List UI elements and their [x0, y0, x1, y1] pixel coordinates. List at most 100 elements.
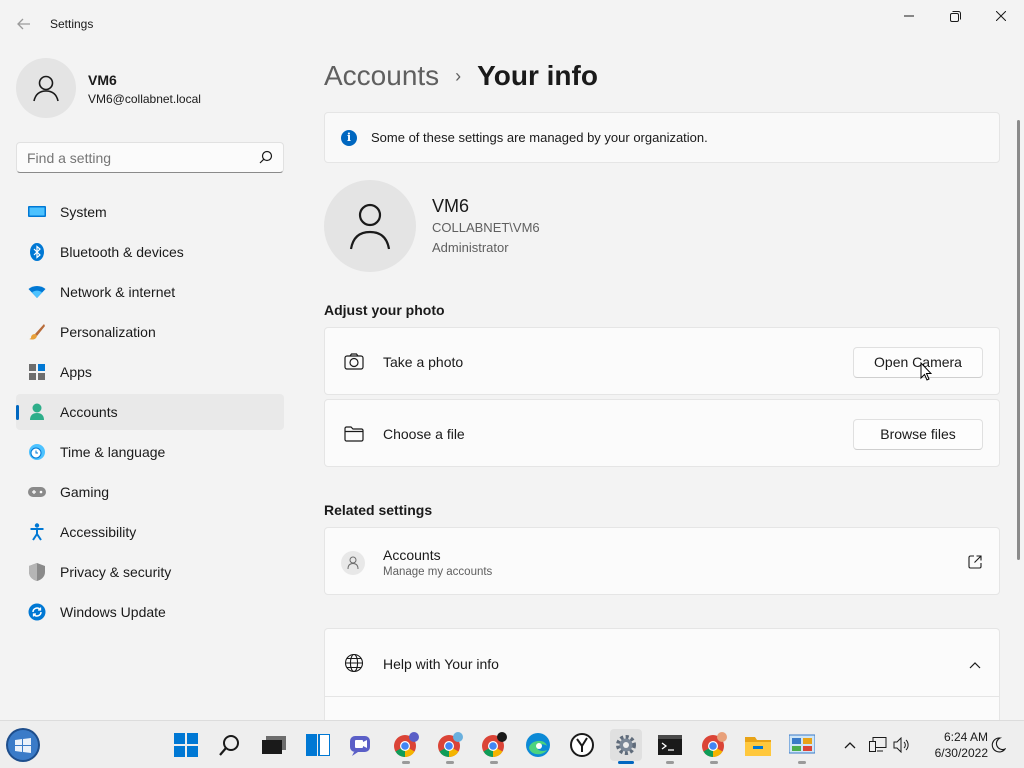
related-accounts-sublabel: Manage my accounts	[383, 566, 493, 578]
network-tray-button[interactable]	[868, 735, 888, 755]
scrollbar[interactable]	[1017, 120, 1020, 560]
sidebar-item-windows-update[interactable]: Windows Update	[16, 594, 284, 630]
windows-logo-icon	[174, 733, 198, 757]
choose-file-card: Choose a file Browse files	[324, 399, 1000, 467]
sidebar-item-bluetooth[interactable]: Bluetooth & devices	[16, 234, 284, 270]
related-accounts-label: Accounts	[383, 547, 441, 563]
sidebar-item-apps[interactable]: Apps	[16, 354, 284, 390]
taskbar-start-button[interactable]	[170, 729, 202, 761]
sidebar-item-label: Privacy & security	[60, 564, 172, 580]
taskbar-teams-chat[interactable]	[346, 729, 378, 761]
sidebar-nav: System Bluetooth & devices Network & int…	[16, 194, 284, 634]
mouse-cursor-icon	[920, 361, 933, 386]
network-monitor-icon	[869, 737, 887, 752]
taskbar-chrome[interactable]	[390, 729, 422, 764]
clock-time: 6:24 AM	[943, 730, 988, 744]
windows-orb-icon	[6, 728, 40, 762]
taskbar-settings[interactable]	[610, 729, 642, 764]
close-icon	[996, 11, 1006, 21]
help-expander[interactable]: Help with Your info	[324, 628, 1000, 724]
sidebar-item-network[interactable]: Network & internet	[16, 274, 284, 310]
sidebar-item-time-language[interactable]: Time & language	[16, 434, 284, 470]
apps-icon	[28, 363, 46, 381]
user-name: VM6	[432, 196, 470, 216]
user-avatar	[324, 180, 416, 272]
taskbar-chrome-profile[interactable]	[434, 729, 466, 764]
chevron-up-icon[interactable]	[967, 657, 983, 673]
search-icon[interactable]	[259, 150, 273, 169]
taskbar-control-panel[interactable]	[786, 729, 818, 764]
focus-assist-button[interactable]	[988, 735, 1008, 755]
camera-icon	[343, 351, 365, 373]
browse-files-button[interactable]: Browse files	[853, 419, 983, 450]
sidebar-item-gaming[interactable]: Gaming	[16, 474, 284, 510]
avatar	[16, 58, 76, 118]
running-indicator	[446, 761, 454, 764]
related-accounts-link[interactable]: Accounts Manage my accounts	[324, 527, 1000, 595]
chevron-up-icon	[844, 742, 856, 749]
taskbar-task-view[interactable]	[258, 729, 290, 761]
accounts-person-icon	[341, 551, 365, 575]
speaker-icon	[893, 737, 909, 753]
terminal-icon	[658, 735, 682, 755]
sidebar-item-label: Network & internet	[60, 284, 176, 300]
brush-icon	[28, 323, 46, 341]
sidebar-item-accounts[interactable]: Accounts	[16, 394, 284, 430]
taskbar-widgets[interactable]	[302, 729, 334, 761]
start-orb-button[interactable]	[4, 726, 42, 764]
search-icon	[219, 735, 239, 756]
sidebar-item-label: Bluetooth & devices	[60, 244, 184, 260]
show-hidden-icons-button[interactable]	[842, 735, 858, 755]
edge-icon	[526, 733, 550, 757]
bluetooth-icon	[28, 243, 46, 261]
page-title: Your info	[477, 60, 598, 91]
sidebar-item-accessibility[interactable]: Accessibility	[16, 514, 284, 550]
volume-tray-button[interactable]	[892, 735, 912, 755]
user-info-card: VM6 COLLABNET\VM6 Administrator	[324, 180, 724, 272]
sidebar-item-personalization[interactable]: Personalization	[16, 314, 284, 350]
sidebar-item-privacy[interactable]: Privacy & security	[16, 554, 284, 590]
gear-icon	[616, 735, 636, 755]
active-indicator	[618, 761, 634, 764]
sidebar-item-label: Time & language	[60, 444, 166, 460]
update-icon	[28, 603, 46, 621]
sidebar-item-label: Accessibility	[60, 524, 137, 540]
search-box[interactable]	[16, 142, 284, 173]
taskbar-search-button[interactable]	[214, 729, 246, 761]
section-title-adjust-photo: Adjust your photo	[324, 302, 445, 318]
sidebar-item-label: Personalization	[60, 324, 156, 340]
divider	[325, 696, 999, 697]
choose-file-label: Choose a file	[383, 426, 465, 442]
minimize-button[interactable]	[886, 0, 932, 32]
sidebar-item-system[interactable]: System	[16, 194, 284, 230]
maximize-button[interactable]	[932, 0, 978, 32]
taskbar-clock-app[interactable]	[566, 729, 598, 761]
running-indicator	[710, 761, 718, 764]
taskbar-chrome-user[interactable]	[478, 729, 510, 764]
moon-icon	[991, 737, 1006, 753]
person-icon	[349, 203, 391, 250]
globe-icon	[343, 652, 365, 674]
sidebar-item-label: Accounts	[60, 404, 118, 420]
title-bar: Settings	[0, 0, 1024, 48]
back-button[interactable]	[10, 12, 38, 36]
sidebar-item-label: Windows Update	[60, 604, 166, 620]
taskbar-edge[interactable]	[522, 729, 554, 761]
taskbar-clock[interactable]: 6:24 AM 6/30/2022	[918, 729, 988, 761]
taskbar-chrome-alt[interactable]	[698, 729, 730, 764]
clock-date: 6/30/2022	[934, 746, 988, 760]
taskbar-file-explorer[interactable]	[742, 729, 774, 761]
taskbar-terminal[interactable]	[654, 729, 686, 764]
chevron-right-icon: ›	[455, 65, 462, 86]
breadcrumb-parent[interactable]: Accounts	[324, 60, 439, 92]
wifi-icon	[28, 283, 46, 301]
close-button[interactable]	[978, 0, 1024, 32]
take-photo-card: Take a photo Open Camera	[324, 327, 1000, 395]
help-label: Help with Your info	[383, 656, 499, 672]
profile-name: VM6	[88, 72, 117, 88]
search-input[interactable]	[27, 150, 247, 166]
open-camera-button[interactable]: Open Camera	[853, 347, 983, 378]
running-indicator	[798, 761, 806, 764]
alarm-clock-icon	[570, 733, 594, 757]
folder-icon	[343, 423, 365, 445]
